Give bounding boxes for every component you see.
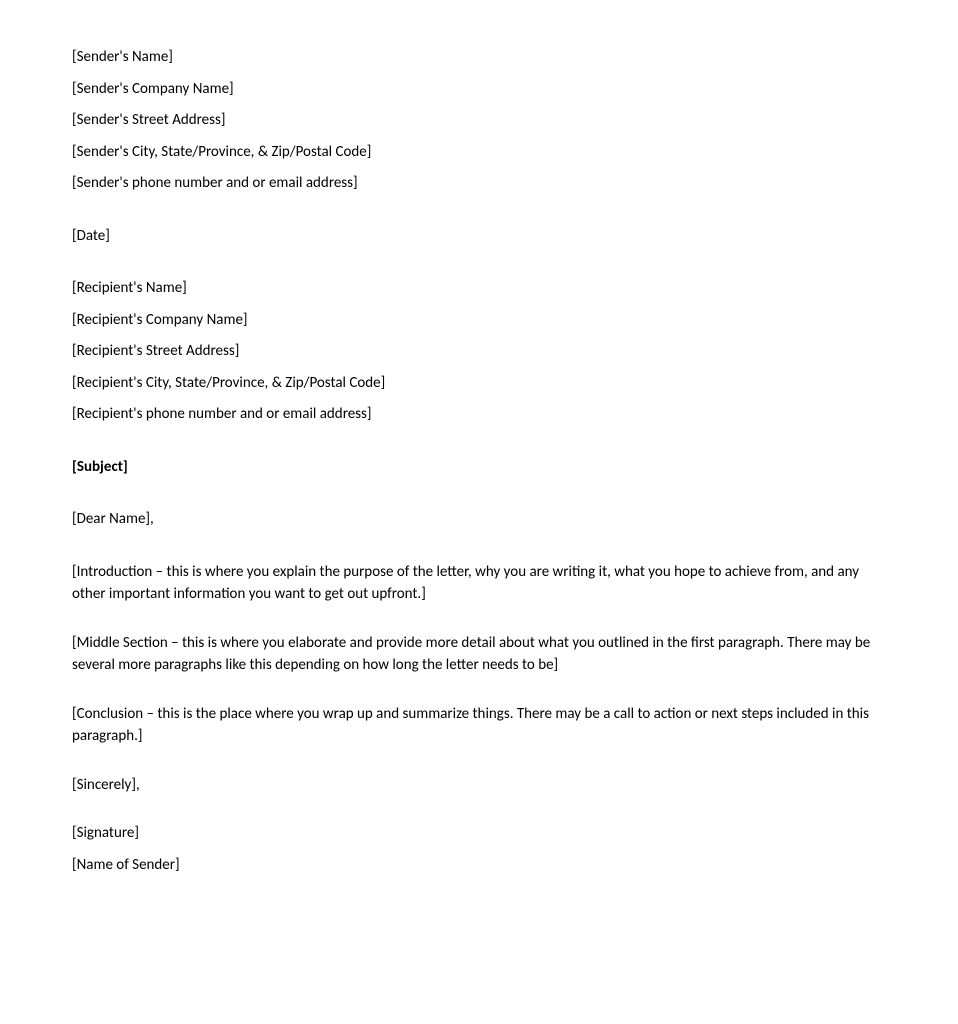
subject: [Subject] (72, 456, 886, 479)
signature-placeholder: [Signature] (72, 822, 886, 845)
sender-company: [Sender's Company Name] (72, 78, 886, 101)
sender-street: [Sender's Street Address] (72, 109, 886, 132)
recipient-company: [Recipient's Company Name] (72, 309, 886, 332)
recipient-street: [Recipient's Street Address] (72, 340, 886, 363)
recipient-name: [Recipient's Name] (72, 277, 886, 300)
salutation-block: [Dear Name], (72, 508, 886, 531)
date: [Date] (72, 225, 886, 248)
salutation: [Dear Name], (72, 508, 886, 531)
date-block: [Date] (72, 225, 886, 248)
signature-sender-name: [Name of Sender] (72, 854, 886, 877)
recipient-city-state-zip: [Recipient's City, State/Province, & Zip… (72, 372, 886, 395)
closing: [Sincerely], (72, 774, 886, 797)
body-middle: [Middle Section – this is where you elab… (72, 632, 886, 677)
recipient-contact: [Recipient's phone number and or email a… (72, 403, 886, 426)
closing-block: [Sincerely], (72, 774, 886, 797)
recipient-address-block: [Recipient's Name] [Recipient's Company … (72, 277, 886, 426)
sender-name: [Sender's Name] (72, 46, 886, 69)
sender-city-state-zip: [Sender's City, State/Province, & Zip/Po… (72, 141, 886, 164)
body-conclusion: [Conclusion – this is the place where yo… (72, 703, 886, 748)
sender-address-block: [Sender's Name] [Sender's Company Name] … (72, 46, 886, 195)
signature-block: [Signature] [Name of Sender] (72, 822, 886, 876)
subject-block: [Subject] (72, 456, 886, 479)
sender-contact: [Sender's phone number and or email addr… (72, 172, 886, 195)
body-introduction: [Introduction – this is where you explai… (72, 561, 886, 606)
